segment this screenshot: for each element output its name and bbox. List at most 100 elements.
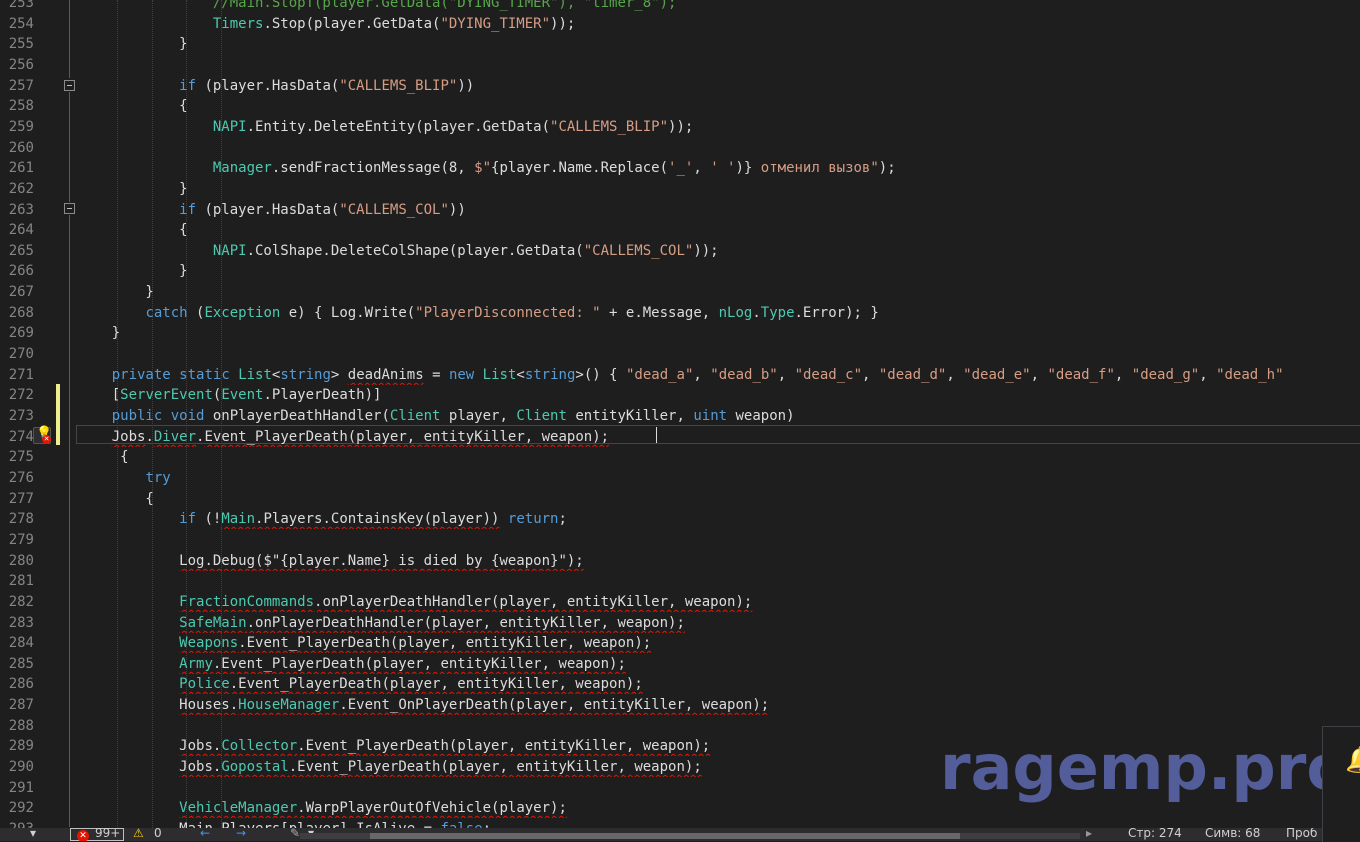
horizontal-scrollbar[interactable] — [300, 833, 1080, 839]
navigate-forward-icon[interactable]: → — [236, 828, 246, 840]
line-number: 290 — [8, 759, 34, 775]
code-line[interactable]: } — [78, 179, 1360, 199]
line-number: 261 — [8, 160, 34, 176]
whitespace-mode-indicator[interactable]: Проб — [1286, 828, 1317, 840]
code-token: ); — [878, 160, 896, 176]
warning-icon: ⚠ — [133, 828, 144, 840]
line-number: 282 — [8, 594, 34, 610]
line-number: 254 — [8, 16, 34, 32]
code-line[interactable]: { — [78, 96, 1360, 116]
bell-icon[interactable]: 🔔 — [1345, 745, 1360, 775]
code-line[interactable]: Houses.HouseManager.Event_OnPlayerDeath(… — [78, 695, 1360, 715]
line-number: 273 — [8, 408, 34, 424]
code-token: ServerEvent — [120, 387, 213, 403]
collapse-icon[interactable] — [64, 80, 75, 91]
code-line[interactable]: SafeMain.onPlayerDeathHandler(player, en… — [78, 613, 1360, 633]
code-token: "dead_h" — [1216, 367, 1284, 383]
line-number: 280 — [8, 553, 34, 569]
code-token: SafeMain — [179, 615, 247, 631]
code-token: "CALLEMS_COL" — [583, 243, 694, 259]
scrollbar-thumb[interactable] — [370, 833, 960, 839]
code-line[interactable]: Timers.Stop(player.GetData("DYING_TIMER"… — [78, 14, 1360, 34]
code-token: (player.HasData( — [196, 202, 340, 218]
code-token: Police — [179, 676, 230, 692]
code-token: false — [440, 821, 482, 828]
line-number: 255 — [8, 36, 34, 52]
code-token: Client — [516, 408, 567, 424]
code-line[interactable]: [ServerEvent(Event.PlayerDeath)] — [78, 385, 1360, 405]
code-line[interactable]: Log.Debug($"{player.Name} is died by {we… — [78, 551, 1360, 571]
code-line[interactable]: try — [78, 468, 1360, 488]
collapse-icon[interactable] — [64, 203, 75, 214]
code-line[interactable]: if (player.HasData("CALLEMS_COL")) — [78, 200, 1360, 220]
code-line[interactable]: { — [78, 447, 1360, 467]
notifications-panel[interactable]: 🔔 — [1322, 726, 1360, 842]
code-line[interactable]: } — [78, 282, 1360, 302]
code-line[interactable]: Weapons.Event_PlayerDeath(player, entity… — [78, 633, 1360, 653]
fold-line — [69, 215, 70, 827]
code-token: Weapons — [179, 635, 239, 651]
code-token: .Event_PlayerDeath(player, entityKiller,… — [297, 738, 711, 754]
code-token: HouseManager — [238, 697, 340, 713]
code-editor[interactable]: 253 //Main.StopT(player.GetData("DYING_T… — [0, 0, 1360, 828]
zoom-dropdown-icon[interactable]: ▾ — [30, 828, 36, 840]
code-token: "dead_e" — [963, 367, 1031, 383]
fold-line — [69, 92, 70, 202]
fold-line — [69, 0, 70, 78]
brush-icon[interactable]: ✎ — [290, 828, 300, 840]
code-token: player, — [440, 408, 517, 424]
code-token: , — [693, 367, 711, 383]
scroll-right-icon[interactable]: ▸ — [1086, 828, 1092, 840]
code-token: $" — [474, 160, 492, 176]
code-line[interactable]: Police.Event_PlayerDeath(player, entityK… — [78, 674, 1360, 694]
line-number: 283 — [8, 615, 34, 631]
code-line[interactable]: { — [78, 489, 1360, 509]
code-line[interactable]: Manager.sendFractionMessage(8, $"{player… — [78, 158, 1360, 178]
code-line[interactable]: //Main.StopT(player.GetData("DYING_TIMER… — [78, 0, 1360, 13]
code-line[interactable]: catch (Exception e) { Log.Write("PlayerD… — [78, 303, 1360, 323]
code-line[interactable]: private static List<string> deadAnims = … — [78, 365, 1360, 385]
code-line[interactable] — [78, 138, 1360, 158]
code-token: . — [752, 305, 761, 321]
code-line[interactable]: } — [78, 323, 1360, 343]
navigate-back-icon[interactable]: ← — [200, 828, 210, 840]
quick-actions-lightbulb-icon[interactable]: 💡 ✕ — [33, 426, 52, 444]
code-line[interactable] — [78, 55, 1360, 75]
code-line[interactable]: NAPI.Entity.DeleteEntity(player.GetData(… — [78, 117, 1360, 137]
code-token: if — [179, 202, 197, 218]
warning-count[interactable]: 0 — [154, 828, 162, 840]
line-indicator[interactable]: Стр: 274 — [1128, 828, 1182, 840]
code-line[interactable]: { — [78, 220, 1360, 240]
code-token: .onPlayerDeathHandler(player, entityKill… — [314, 594, 753, 610]
code-token: "CALLEMS_COL" — [339, 202, 449, 218]
code-token: .PlayerDeath)] — [263, 387, 382, 403]
code-token: List — [482, 367, 517, 383]
line-number: 279 — [8, 532, 34, 548]
code-line[interactable]: FractionCommands.onPlayerDeathHandler(pl… — [78, 592, 1360, 612]
code-line[interactable] — [78, 571, 1360, 591]
code-line[interactable]: public void onPlayerDeathHandler(Client … — [78, 406, 1360, 426]
code-line[interactable] — [78, 344, 1360, 364]
code-line[interactable]: } — [78, 261, 1360, 281]
code-line[interactable]: NAPI.ColShape.DeleteColShape(player.GetD… — [78, 241, 1360, 261]
code-token: Event_PlayerDeath(player, entityKiller, … — [204, 429, 610, 445]
code-line[interactable]: Main.Players[player].IsAlive = false; — [78, 819, 1360, 828]
code-line[interactable] — [78, 530, 1360, 550]
code-line[interactable]: Army.Event_PlayerDeath(player, entityKil… — [78, 654, 1360, 674]
code-line[interactable]: if (!Main.Players.ContainsKey(player)) r… — [78, 509, 1360, 529]
errors-indicator[interactable]: ✕ 99+ — [70, 828, 124, 841]
code-token: Collector — [221, 738, 298, 754]
code-line[interactable]: if (player.HasData("CALLEMS_BLIP")) — [78, 76, 1360, 96]
code-token: .Entity.DeleteEntity(player.GetData( — [246, 119, 551, 135]
code-token: отменил вызов" — [752, 160, 879, 176]
code-line[interactable]: } — [78, 34, 1360, 54]
code-line[interactable]: Jobs.Diver.Event_PlayerDeath(player, ent… — [78, 427, 1360, 447]
column-indicator[interactable]: Симв: 68 — [1205, 828, 1260, 840]
